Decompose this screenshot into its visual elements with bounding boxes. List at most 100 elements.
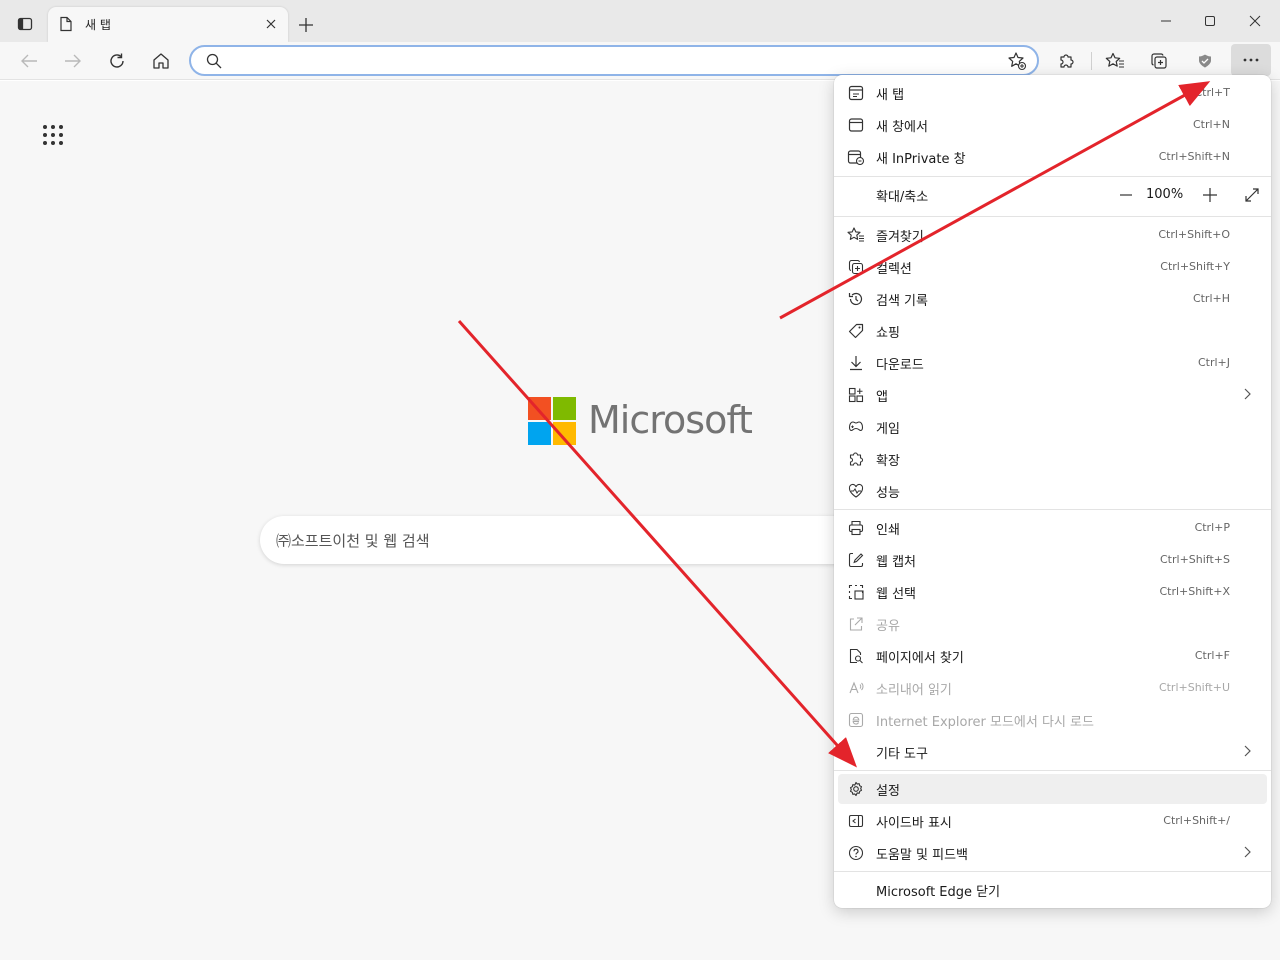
printer-icon (847, 519, 865, 537)
menu-item-ie-mode[interactable]: Internet Explorer 모드에서 다시 로드 (838, 705, 1267, 735)
menu-item-new-window[interactable]: 새 창에서 Ctrl+N (838, 110, 1267, 140)
share-icon (847, 615, 865, 633)
close-window-button[interactable] (1233, 6, 1277, 36)
home-icon (153, 53, 169, 69)
menu-item-apps[interactable]: 앱 (838, 380, 1267, 410)
heart-pulse-icon (847, 482, 865, 500)
favorites-icon (847, 226, 865, 244)
refresh-button[interactable] (101, 45, 133, 77)
close-tab-icon[interactable] (262, 15, 280, 33)
minus-icon (1120, 194, 1132, 196)
menu-item-new-tab[interactable]: 새 탭 Ctrl+T (838, 78, 1267, 108)
maximize-icon (1205, 16, 1215, 26)
web-select-icon (847, 583, 865, 601)
back-button[interactable] (13, 45, 45, 77)
microsoft-wordmark: Microsoft (588, 398, 753, 442)
forward-button[interactable] (57, 45, 89, 77)
arrow-left-icon (21, 54, 37, 68)
menu-item-more-tools[interactable]: 기타 도구 (838, 737, 1267, 767)
puzzle-icon (847, 450, 865, 468)
tag-icon (847, 322, 865, 340)
menu-item-help-feedback[interactable]: 도움말 및 피드백 (838, 838, 1267, 868)
find-on-page-icon (847, 647, 865, 665)
download-icon (847, 354, 865, 372)
chevron-right-icon (1243, 844, 1251, 863)
zoom-in-button[interactable] (1198, 183, 1222, 207)
zoom-out-button[interactable] (1114, 183, 1138, 207)
web-search-box[interactable]: ㈜소프트이천 및 웹 검색 (260, 516, 880, 564)
menu-item-performance[interactable]: 성능 (838, 476, 1267, 506)
maximize-button[interactable] (1188, 6, 1232, 36)
menu-separator (834, 216, 1271, 217)
web-search-placeholder: ㈜소프트이천 및 웹 검색 (276, 532, 430, 550)
fullscreen-icon (1245, 188, 1259, 202)
inprivate-window-icon (847, 148, 865, 166)
puzzle-icon (1060, 54, 1074, 68)
home-button[interactable] (145, 45, 177, 77)
menu-item-find-on-page[interactable]: 페이지에서 찾기 Ctrl+F (838, 641, 1267, 671)
search-icon (206, 53, 222, 73)
chevron-right-icon (1243, 743, 1251, 762)
minimize-button[interactable] (1144, 6, 1188, 36)
more-dots-icon (1243, 58, 1259, 62)
apps-icon (847, 386, 865, 404)
address-bar[interactable] (189, 45, 1039, 76)
collections-button[interactable] (1143, 45, 1175, 77)
menu-item-web-select[interactable]: 웹 선택 Ctrl+Shift+X (838, 577, 1267, 607)
settings-and-more-button[interactable] (1231, 44, 1271, 76)
address-input[interactable] (231, 51, 991, 71)
menu-item-zoom: 확대/축소 100% (838, 180, 1267, 210)
chevron-right-icon (1243, 386, 1251, 405)
menu-item-history[interactable]: 검색 기록 Ctrl+H (838, 284, 1267, 314)
new-tab-button[interactable] (292, 11, 320, 39)
favorites-icon (1105, 52, 1124, 68)
arrow-right-icon (65, 54, 81, 68)
web-capture-icon (847, 551, 865, 569)
menu-item-favorites[interactable]: 즐겨찾기 Ctrl+Shift+O (838, 220, 1267, 250)
menu-item-extensions[interactable]: 확장 (838, 444, 1267, 474)
menu-item-games[interactable]: 게임 (838, 412, 1267, 442)
plus-icon (1203, 188, 1217, 202)
refresh-icon (110, 53, 124, 68)
page-icon (59, 16, 73, 36)
browser-essentials-button[interactable] (1189, 45, 1221, 77)
game-icon (847, 418, 865, 436)
menu-item-print[interactable]: 인쇄 Ctrl+P (838, 513, 1267, 543)
fullscreen-button[interactable] (1240, 183, 1264, 207)
menu-item-collections[interactable]: 컬렉션 Ctrl+Shift+Y (838, 252, 1267, 282)
menu-separator (834, 176, 1271, 177)
menu-item-shopping[interactable]: 쇼핑 (838, 316, 1267, 346)
add-favorite-icon[interactable] (1007, 51, 1027, 75)
menu-separator (834, 770, 1271, 771)
menu-item-share[interactable]: 공유 (838, 609, 1267, 639)
menu-item-read-aloud[interactable]: 소리내어 읽기 Ctrl+Shift+U (838, 673, 1267, 703)
plus-icon (299, 18, 313, 32)
new-tab-icon (847, 84, 865, 102)
close-icon (1249, 15, 1261, 27)
tab-actions-icon (17, 17, 33, 31)
collections-icon (1151, 53, 1167, 69)
gear-icon (847, 780, 865, 798)
tab-actions-button[interactable] (10, 10, 40, 38)
menu-item-close-edge[interactable]: Microsoft Edge 닫기 (838, 875, 1267, 905)
extensions-button[interactable] (1051, 45, 1083, 77)
favorites-button[interactable] (1099, 45, 1131, 77)
menu-item-show-sidebar[interactable]: 사이드바 표시 Ctrl+Shift+/ (838, 806, 1267, 836)
title-bar: 새 탭 (0, 0, 1280, 42)
settings-and-more-menu: 새 탭 Ctrl+T 새 창에서 Ctrl+N 새 InPrivate 창 Ct… (834, 75, 1271, 908)
menu-item-downloads[interactable]: 다운로드 Ctrl+J (838, 348, 1267, 378)
collections-icon (847, 258, 865, 276)
app-launcher-icon[interactable] (41, 123, 65, 147)
minimize-icon (1161, 20, 1171, 22)
toolbar-divider (1091, 52, 1092, 70)
menu-item-new-inprivate[interactable]: 새 InPrivate 창 Ctrl+Shift+N (838, 142, 1267, 172)
tab-new-tab[interactable]: 새 탭 (48, 7, 288, 42)
menu-separator (834, 509, 1271, 510)
menu-item-web-capture[interactable]: 웹 캡처 Ctrl+Shift+S (838, 545, 1267, 575)
help-icon (847, 844, 865, 862)
menu-item-settings[interactable]: 설정 (838, 774, 1267, 804)
read-aloud-icon (847, 679, 865, 697)
history-icon (847, 290, 865, 308)
zoom-level: 100% (1146, 187, 1184, 202)
shield-icon (1199, 54, 1211, 68)
